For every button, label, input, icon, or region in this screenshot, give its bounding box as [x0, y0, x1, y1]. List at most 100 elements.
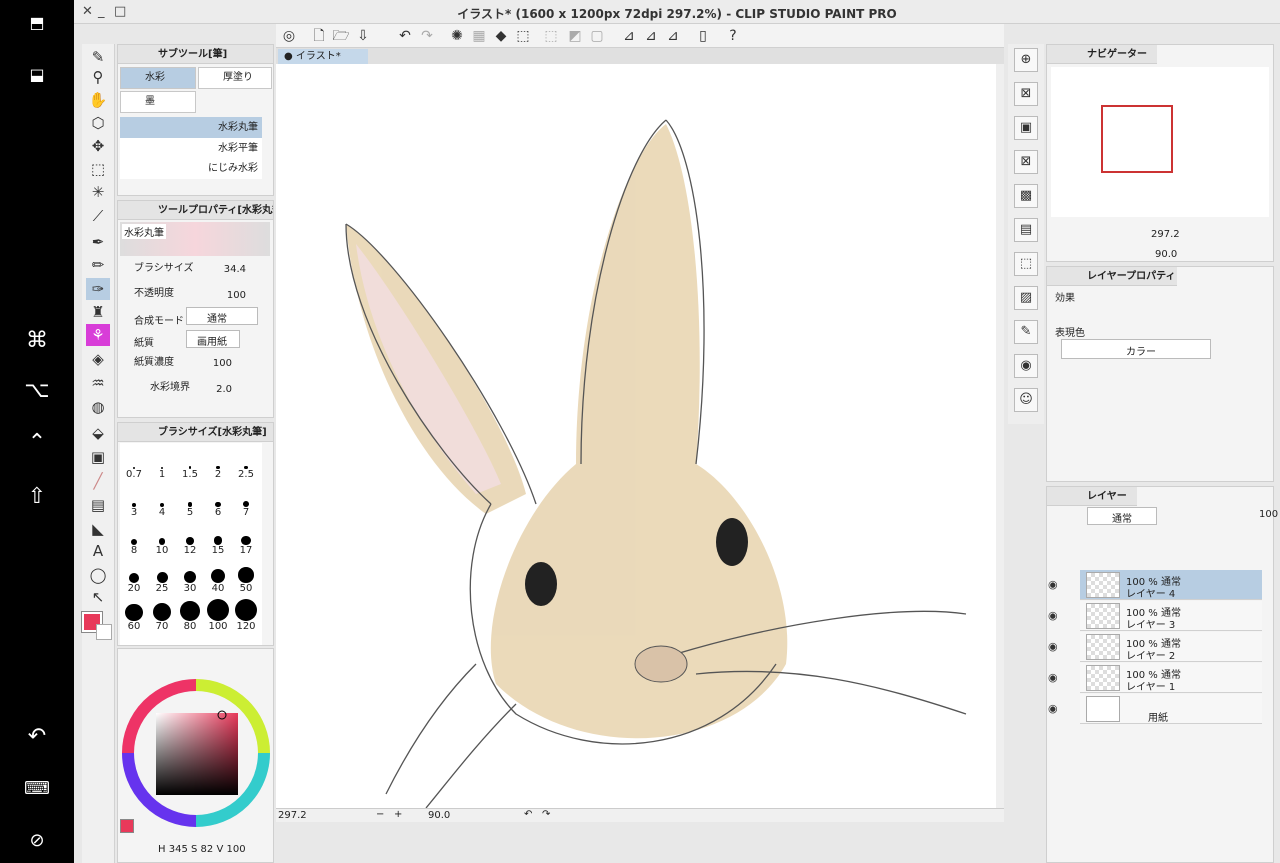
brush-tab-icon[interactable]: ✎ [86, 46, 110, 68]
brush-size-cell[interactable]: 0.7 [120, 447, 148, 480]
brush-size-cell[interactable]: 10 [148, 523, 176, 556]
shift-key-icon[interactable]: ⇧ [19, 482, 55, 510]
brush-size-cell[interactable]: 60 [120, 599, 148, 632]
brush-size-cell[interactable]: 3 [120, 485, 148, 518]
brush-size-cell[interactable]: 8 [120, 523, 148, 556]
sub-color-swatch[interactable] [96, 624, 112, 640]
subtool-group-watercolor[interactable]: 水彩 [120, 67, 196, 89]
visibility-eye-icon[interactable]: ◉ [1048, 671, 1058, 684]
brush-size-cell[interactable]: 80 [176, 599, 204, 632]
prop-value[interactable]: 100 [208, 358, 232, 369]
blend-tool-icon[interactable]: ♒ [86, 372, 110, 394]
visibility-eye-icon[interactable]: ◉ [1048, 578, 1058, 591]
image-material-icon[interactable]: ▨ [1014, 286, 1038, 310]
navigator-icon[interactable]: ⊕ [1014, 48, 1038, 72]
transform-icon[interactable]: ⬚ [514, 27, 532, 45]
vertical-scrollbar[interactable] [996, 64, 1004, 808]
expression-color-select[interactable]: カラー [1061, 339, 1211, 359]
zoom-readout[interactable]: 297.2 [278, 810, 307, 821]
brush-size-cell[interactable]: 120 [232, 599, 260, 632]
color-wheel[interactable] [120, 669, 272, 827]
visibility-eye-icon[interactable]: ◉ [1048, 702, 1058, 715]
brush-size-cell[interactable]: 2.5 [232, 447, 260, 480]
brush-item[interactable]: にじみ水彩 [120, 159, 262, 179]
deselect-icon[interactable]: ⬚ [542, 27, 560, 45]
command-key-icon[interactable]: ⌘ [19, 326, 55, 354]
show-menubar-icon[interactable]: ⬒ [19, 8, 55, 36]
material-icon[interactable]: ⊠ [1014, 82, 1038, 106]
loading-icon[interactable]: ✺ [448, 27, 466, 45]
canvas[interactable] [276, 64, 996, 809]
brush-size-cell[interactable]: 15 [204, 523, 232, 556]
brush-size-cell[interactable]: 6 [204, 485, 232, 518]
paper-texture-button[interactable]: 画用紙 [186, 330, 240, 348]
navigator-angle[interactable]: 90.0 [1155, 249, 1177, 260]
navigator-preview[interactable] [1051, 67, 1269, 217]
text-tool-icon[interactable]: A [86, 540, 110, 562]
brush-size-cell[interactable]: 70 [148, 599, 176, 632]
undo-icon[interactable]: ↶ [19, 722, 55, 750]
fill-tool-icon[interactable]: ⬙ [86, 422, 110, 444]
visibility-eye-icon[interactable]: ◉ [1048, 609, 1058, 622]
option-key-icon[interactable]: ⌥ [19, 376, 55, 404]
figure-icon[interactable]: ☺ [1014, 388, 1038, 412]
auto-select-icon[interactable]: ✳ [86, 181, 110, 203]
selection-border-icon[interactable]: ▢ [588, 27, 606, 45]
brush-size-cell[interactable]: 1.5 [176, 447, 204, 480]
navigator-viewport[interactable] [1101, 105, 1173, 173]
layer-row[interactable]: 100 % 通常 レイヤー 3 [1080, 601, 1262, 631]
prop-value[interactable]: 34.4 [208, 264, 246, 275]
layer-row[interactable]: 100 % 通常 レイヤー 4 [1080, 570, 1262, 600]
3d-tool-icon[interactable]: ⬡ [86, 112, 110, 134]
help-icon[interactable]: ? [724, 27, 742, 45]
pen-tool-icon[interactable]: ✒ [86, 231, 110, 253]
undo-icon[interactable]: ↶ [396, 27, 414, 45]
layer-blend-select[interactable]: 通常 [1087, 507, 1157, 525]
eyedropper-icon[interactable]: ⟋ [86, 205, 110, 227]
zoom-tool-icon[interactable]: ⚲ [86, 66, 110, 88]
subtool-group-thick[interactable]: 厚塗り [198, 67, 272, 89]
brush-size-cell[interactable]: 40 [204, 561, 232, 594]
selection-tool-icon[interactable]: ⬚ [86, 158, 110, 180]
decoration-tool-icon[interactable]: ⚘ [86, 324, 110, 346]
layer-opacity[interactable]: 100 [1259, 509, 1278, 520]
layer-row[interactable]: 100 % 通常 レイヤー 1 [1080, 663, 1262, 693]
line-snap-icon[interactable]: ⊿ [664, 27, 682, 45]
brush-size-cell[interactable]: 5 [176, 485, 204, 518]
brush-size-cell[interactable]: 12 [176, 523, 204, 556]
navigator-zoom[interactable]: 297.2 [1151, 229, 1180, 240]
current-color-swatch[interactable] [120, 819, 134, 833]
angle-readout[interactable]: 90.0 [428, 810, 450, 821]
ruler-snap-icon[interactable]: ⊿ [642, 27, 660, 45]
brush-size-cell[interactable]: 20 [120, 561, 148, 594]
camera-icon[interactable]: ◉ [1014, 354, 1038, 378]
brush-tool-icon[interactable]: ✑ [86, 278, 110, 300]
app-logo-icon[interactable]: ◎ [280, 27, 298, 45]
ruler-tool-icon[interactable]: ◣ [86, 518, 110, 540]
balloon-tool-icon[interactable]: ◯ [86, 564, 110, 586]
blend-mode-select[interactable]: 通常 [186, 307, 258, 325]
zoom-out-icon[interactable]: − [376, 809, 384, 820]
fill-icon[interactable]: ◆ [492, 27, 510, 45]
brush-item[interactable]: 水彩平筆 [120, 138, 262, 159]
layer-row[interactable]: 用紙 [1080, 694, 1262, 724]
ruler-icon[interactable]: ⊿ [620, 27, 638, 45]
new-file-icon[interactable]: 🗋 [310, 27, 328, 45]
material-close-icon[interactable]: ⊠ [1014, 150, 1038, 174]
open-folder-icon[interactable]: 🗁 [332, 27, 350, 45]
liquify-tool-icon[interactable]: ◍ [86, 396, 110, 418]
prop-value[interactable]: 2.0 [208, 384, 232, 395]
brush-size-cell[interactable]: 2 [204, 447, 232, 480]
move-tool-icon[interactable]: ✥ [86, 135, 110, 157]
pencil-tool-icon[interactable]: ✏ [86, 254, 110, 276]
brush-size-cell[interactable]: 50 [232, 561, 260, 594]
brush-size-cell[interactable]: 17 [232, 523, 260, 556]
visibility-eye-icon[interactable]: ◉ [1048, 640, 1058, 653]
edit-material-icon[interactable]: ✎ [1014, 320, 1038, 344]
control-key-icon[interactable]: ⌃ [19, 428, 55, 456]
rotate-right-icon[interactable]: ↷ [542, 809, 550, 820]
airbrush-tool-icon[interactable]: ♜ [86, 301, 110, 323]
brush-size-cell[interactable]: 4 [148, 485, 176, 518]
keyboard-icon[interactable]: ⌨ [19, 774, 55, 802]
rotate-left-icon[interactable]: ↶ [524, 809, 532, 820]
